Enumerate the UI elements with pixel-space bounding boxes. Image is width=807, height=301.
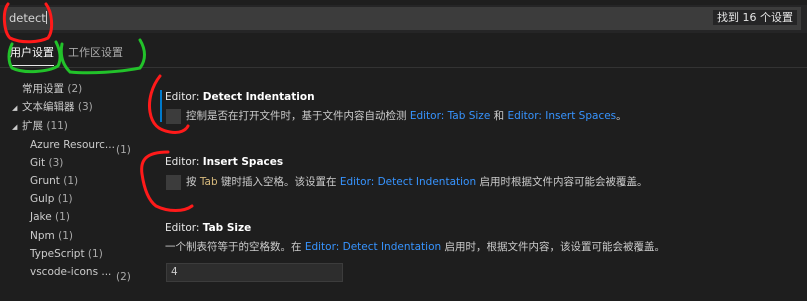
description-text: 。 xyxy=(616,110,627,122)
search-result-count: 找到 16 个设置 xyxy=(713,10,797,25)
setting-category: Editor: xyxy=(165,222,203,234)
setting-name: Tab Size xyxy=(202,222,252,234)
detect-indentation-checkbox[interactable] xyxy=(166,109,181,124)
settings-scope-tabs: 用户设置 工作区设置 xyxy=(0,41,807,67)
toc-item-extensions[interactable]: ◢ 扩展 (11) xyxy=(12,118,68,134)
toc-item-label: Grunt xyxy=(30,175,60,187)
toc-item-gulp[interactable]: Gulp (1) xyxy=(30,191,73,207)
setting-description: 按 Tab 键时插入空格。该设置在 Editor: Detect Indenta… xyxy=(186,174,647,189)
link-detect-indentation[interactable]: Editor: Detect Indentation xyxy=(340,176,476,188)
setting-category: Editor: xyxy=(165,91,203,103)
insert-spaces-checkbox[interactable] xyxy=(166,175,181,190)
expanded-triangle-icon: ◢ xyxy=(12,123,18,131)
toc-item-count: (1) xyxy=(116,144,131,156)
settings-search-bar: detect 找到 16 个设置 xyxy=(0,5,807,33)
description-text: 键时插入空格。该设置在 xyxy=(217,176,340,188)
code-tab: Tab xyxy=(199,176,218,188)
toc-item-grunt[interactable]: Grunt (1) xyxy=(30,173,78,189)
toc-item-count: (1) xyxy=(58,230,73,242)
toc-item-count: (3) xyxy=(77,101,93,113)
expanded-triangle-icon: ◢ xyxy=(12,104,18,112)
toc-item-count: (1) xyxy=(55,211,70,223)
description-text: 启用时，根据文件内容，该设置可能会被覆盖。 xyxy=(441,241,665,253)
toc-item-count: (2) xyxy=(67,83,83,95)
tab-size-input[interactable]: 4 xyxy=(166,263,343,282)
toc-item-count: (1) xyxy=(57,193,73,205)
toc-item-count: (1) xyxy=(87,248,103,260)
description-text: 和 xyxy=(490,110,508,122)
toc-item-count: (2) xyxy=(116,271,131,283)
setting-name: Insert Spaces xyxy=(202,156,284,168)
description-text: 按 xyxy=(186,176,200,188)
setting-description: 一个制表符等于的空格数。在 Editor: Detect Indentation… xyxy=(165,239,665,254)
toc-item-npm[interactable]: Npm (1) xyxy=(30,228,73,244)
focus-indicator xyxy=(160,90,162,122)
toc-item-label: TypeScript xyxy=(30,248,85,260)
toc-item-typescript[interactable]: TypeScript (1) xyxy=(30,246,103,262)
setting-title: Editor: Detect Indentation xyxy=(165,91,315,103)
tab-workspace-settings[interactable]: 工作区设置 xyxy=(68,41,123,65)
text-caret xyxy=(45,11,47,24)
toc-item-label: 常用设置 xyxy=(22,83,64,95)
toc-item-vscode-icons[interactable]: vscode-icons ... (2) xyxy=(30,264,131,283)
setting-name: Detect Indentation xyxy=(202,91,315,103)
setting-title: Editor: Tab Size xyxy=(165,222,251,234)
settings-search-input[interactable]: detect xyxy=(6,7,801,30)
toc-item-label: Git xyxy=(30,157,46,169)
toc-item-count: (1) xyxy=(63,175,79,187)
setting-title: Editor: Insert Spaces xyxy=(165,156,283,168)
toc-item-count: (3) xyxy=(48,157,64,169)
toc-item-label: Jake xyxy=(30,211,52,223)
toc-item-label: 文本编辑器 xyxy=(22,101,75,113)
toc-item-git[interactable]: Git (3) xyxy=(30,155,63,171)
toc-item-jake[interactable]: Jake (1) xyxy=(30,209,70,225)
toc-item-label: vscode-icons ... xyxy=(30,266,112,278)
toc-item-count: (11) xyxy=(46,120,68,132)
toc-item-azure[interactable]: Azure Resourc...(1) xyxy=(30,137,131,156)
link-detect-indentation[interactable]: Editor: Detect Indentation xyxy=(305,241,441,253)
description-text: 一个制表符等于的空格数。在 xyxy=(165,241,305,253)
toc-item-label: 扩展 xyxy=(22,120,43,132)
description-text: 启用时根据文件内容可能会被覆盖。 xyxy=(476,176,648,188)
toc-item-label: Npm xyxy=(30,230,55,242)
toc-item-label: Azure Resourc... xyxy=(30,139,115,151)
link-tab-size[interactable]: Editor: Tab Size xyxy=(410,110,490,122)
toc-item-commonly-used[interactable]: 常用设置 (2) xyxy=(22,81,82,97)
description-text: 控制是否在打开文件时，基于文件内容自动检测 xyxy=(186,110,410,122)
toc-item-text-editor[interactable]: ◢ 文本编辑器 (3) xyxy=(12,99,93,115)
link-insert-spaces[interactable]: Editor: Insert Spaces xyxy=(507,110,616,122)
tabs-divider xyxy=(0,67,807,68)
search-input-value: detect xyxy=(9,11,46,25)
toc-item-label: Gulp xyxy=(30,193,55,205)
tab-user-settings[interactable]: 用户设置 xyxy=(10,41,54,66)
setting-category: Editor: xyxy=(165,156,203,168)
setting-description: 控制是否在打开文件时，基于文件内容自动检测 Editor: Tab Size 和… xyxy=(186,108,627,123)
red-annotation-detect-indentation xyxy=(148,74,190,134)
